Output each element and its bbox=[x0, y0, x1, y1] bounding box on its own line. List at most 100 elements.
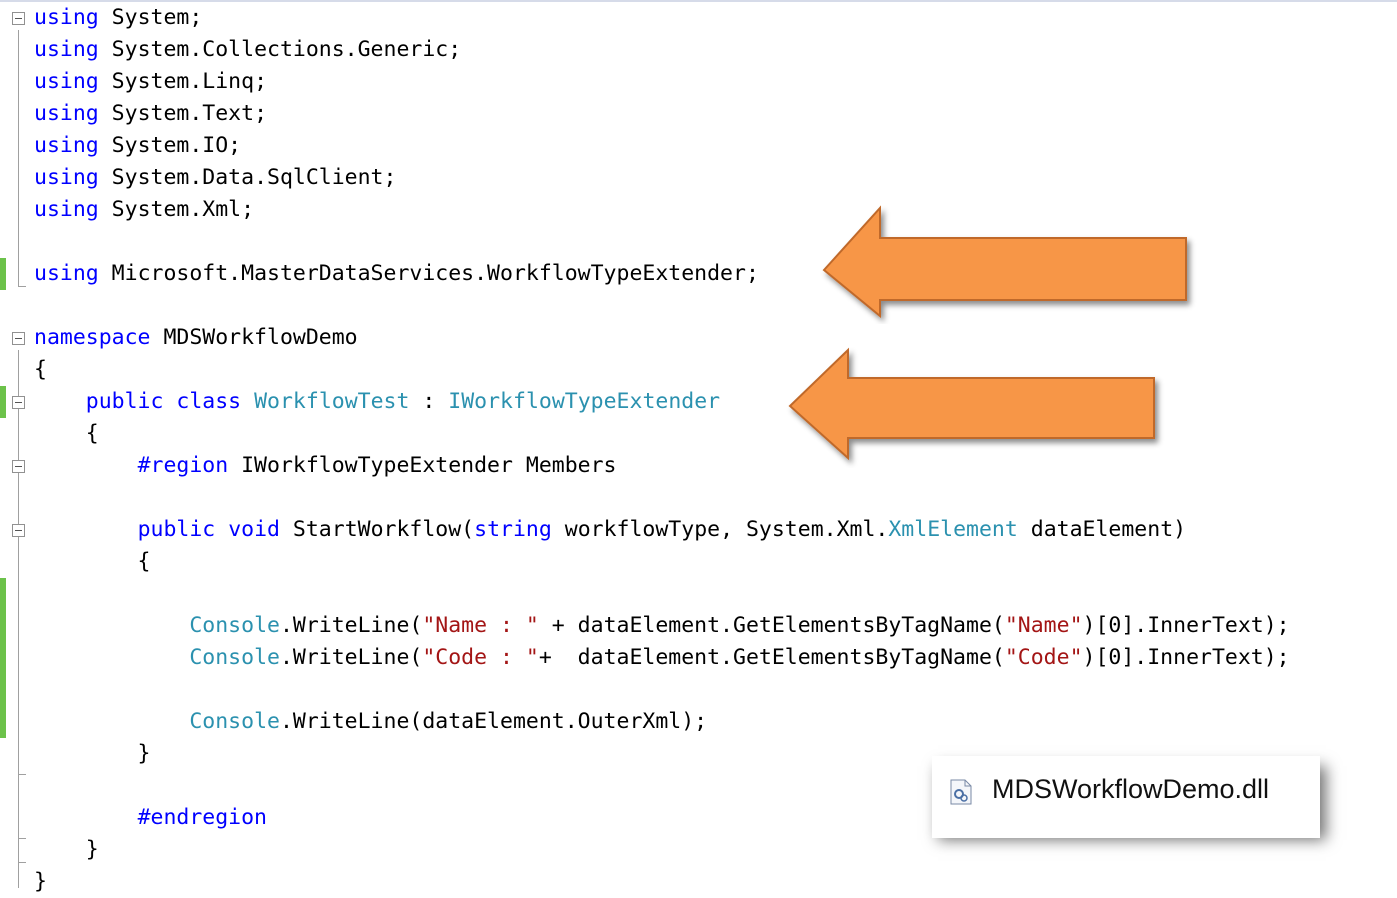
dll-file-icon bbox=[950, 779, 972, 805]
code-token: : bbox=[409, 389, 449, 414]
code-token: { bbox=[34, 421, 99, 446]
code-token: System.Linq; bbox=[98, 69, 268, 94]
code-token: public bbox=[137, 517, 216, 542]
code-line[interactable]: #endregion bbox=[34, 802, 267, 834]
code-line[interactable]: Console.WriteLine(dataElement.OuterXml); bbox=[34, 706, 707, 738]
code-token: )[0].InnerText); bbox=[1082, 645, 1290, 670]
code-token: Console bbox=[189, 645, 280, 670]
outline-guide-end bbox=[18, 862, 26, 863]
code-token: namespace bbox=[34, 325, 151, 350]
annotation-arrow-left-icon bbox=[822, 205, 1187, 319]
code-line[interactable]: using Microsoft.MasterDataServices.Workf… bbox=[34, 258, 759, 290]
collapse-toggle-icon[interactable] bbox=[12, 524, 25, 537]
change-margin-bar bbox=[0, 578, 6, 738]
code-token: IWorkflowTypeExtender Members bbox=[228, 453, 617, 478]
collapse-toggle-icon[interactable] bbox=[12, 332, 25, 345]
code-token: StartWorkflow( bbox=[279, 517, 475, 542]
code-line[interactable]: using System.Data.SqlClient; bbox=[34, 162, 396, 194]
dll-file-name: MDSWorkflowDemo.dll bbox=[992, 774, 1270, 804]
code-token: + dataElement.GetElementsByTagName( bbox=[538, 613, 1005, 638]
code-token: IWorkflowTypeExtender bbox=[448, 389, 721, 414]
outline-guide-end bbox=[18, 838, 26, 839]
code-line[interactable]: } bbox=[34, 866, 47, 898]
code-token: System.Text; bbox=[98, 101, 268, 126]
collapse-toggle-icon[interactable] bbox=[12, 396, 25, 409]
code-token: class bbox=[176, 389, 242, 414]
code-token: "Code : " bbox=[422, 645, 539, 670]
code-line[interactable]: { bbox=[34, 546, 151, 578]
outline-guide bbox=[18, 350, 19, 888]
code-token: using bbox=[34, 5, 99, 30]
code-token: System; bbox=[98, 5, 203, 30]
code-token: .WriteLine( bbox=[279, 613, 423, 638]
code-token: .WriteLine(dataElement.OuterXml); bbox=[279, 709, 708, 734]
code-token: using bbox=[34, 261, 99, 286]
editor-top-border bbox=[0, 0, 1397, 2]
code-line[interactable]: #region IWorkflowTypeExtender Members bbox=[34, 450, 617, 482]
code-token: Microsoft.MasterDataServices.WorkflowTyp… bbox=[98, 261, 759, 286]
outline-guide bbox=[18, 30, 19, 286]
code-token: System.Data.SqlClient; bbox=[98, 165, 397, 190]
code-token: { bbox=[34, 357, 47, 382]
code-editor[interactable]: using System; using System.Collections.Ge… bbox=[0, 0, 1397, 896]
code-token: dataElement) bbox=[1017, 517, 1187, 542]
code-line[interactable]: Console.WriteLine("Code : "+ dataElement… bbox=[34, 642, 1290, 674]
code-token: System.IO; bbox=[98, 133, 242, 158]
code-line[interactable]: using System; bbox=[34, 2, 202, 34]
code-token: void bbox=[228, 517, 280, 542]
outline-guide-end bbox=[18, 286, 26, 287]
collapse-toggle-icon[interactable] bbox=[12, 460, 25, 473]
code-token: } bbox=[34, 741, 151, 766]
code-token: using bbox=[34, 69, 99, 94]
code-token: )[0].InnerText); bbox=[1082, 613, 1290, 638]
code-line[interactable]: Console.WriteLine("Name : " + dataElemen… bbox=[34, 610, 1290, 642]
change-margin-bar bbox=[0, 386, 6, 418]
code-line[interactable]: namespace MDSWorkflowDemo bbox=[34, 322, 358, 354]
code-line[interactable]: public void StartWorkflow(string workflo… bbox=[34, 514, 1187, 546]
code-token: "Name" bbox=[1004, 613, 1083, 638]
callout-bottom bbox=[932, 830, 1320, 838]
code-token: + dataElement.GetElementsByTagName( bbox=[538, 645, 1005, 670]
code-line[interactable]: using System.Collections.Generic; bbox=[34, 34, 461, 66]
code-token: XmlElement bbox=[888, 517, 1018, 542]
code-line[interactable]: } bbox=[34, 834, 99, 866]
code-token: } bbox=[34, 869, 47, 894]
code-line[interactable]: { bbox=[34, 418, 99, 450]
dll-file-callout[interactable]: MDSWorkflowDemo.dll bbox=[932, 756, 1320, 838]
code-line[interactable]: using System.Xml; bbox=[34, 194, 254, 226]
code-token: "Code" bbox=[1004, 645, 1083, 670]
code-token: #region bbox=[137, 453, 229, 478]
code-token: { bbox=[34, 549, 151, 574]
code-line[interactable]: { bbox=[34, 354, 47, 386]
code-token: using bbox=[34, 133, 99, 158]
code-token: using bbox=[34, 165, 99, 190]
annotation-arrow-left-icon bbox=[788, 347, 1155, 461]
code-line[interactable]: public class WorkflowTest : IWorkflowTyp… bbox=[34, 386, 720, 418]
code-token: System.Collections.Generic; bbox=[98, 37, 462, 62]
code-line[interactable]: using System.Text; bbox=[34, 98, 267, 130]
outline-guide-end bbox=[18, 774, 26, 775]
change-margin-bar bbox=[0, 258, 6, 290]
code-line[interactable]: using System.Linq; bbox=[34, 66, 267, 98]
code-token: using bbox=[34, 197, 99, 222]
code-line[interactable]: } bbox=[34, 738, 151, 770]
code-token: Console bbox=[189, 709, 280, 734]
collapse-toggle-icon[interactable] bbox=[12, 12, 25, 25]
code-token: using bbox=[34, 101, 99, 126]
code-token: .WriteLine( bbox=[279, 645, 423, 670]
code-token: MDSWorkflowDemo bbox=[150, 325, 358, 350]
code-line[interactable]: using System.IO; bbox=[34, 130, 241, 162]
code-token: workflowType, System.Xml. bbox=[551, 517, 889, 542]
code-token: Console bbox=[189, 613, 280, 638]
code-token: System.Xml; bbox=[98, 197, 255, 222]
